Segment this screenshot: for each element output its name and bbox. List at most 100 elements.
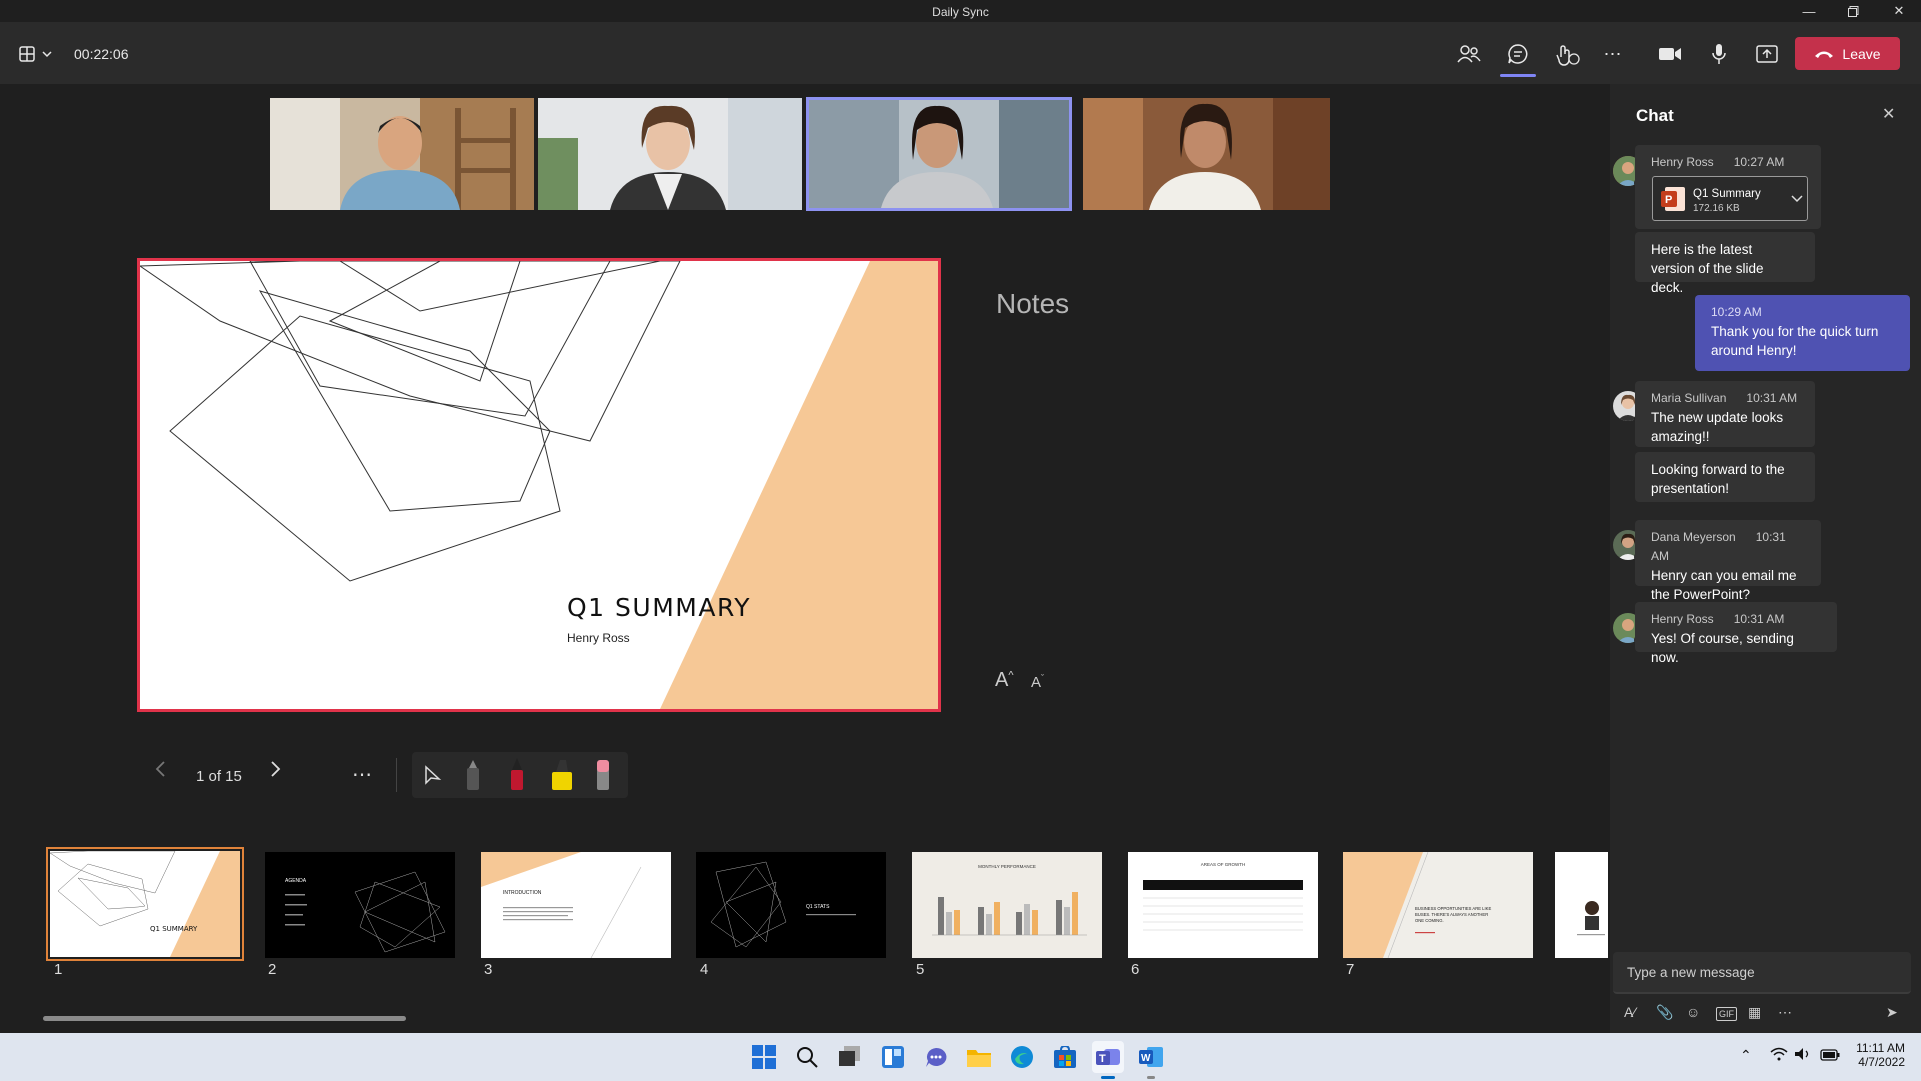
emoji-icon[interactable]: ☺ [1686, 1004, 1700, 1020]
participant-video-4[interactable] [1083, 98, 1330, 210]
wifi-icon[interactable] [1770, 1047, 1788, 1066]
gray-pen-icon[interactable] [464, 758, 482, 792]
participant-video-1[interactable] [270, 98, 534, 210]
chevron-left-icon [155, 761, 165, 777]
increase-font-label: A [995, 669, 1009, 691]
thumbnail-number-2: 2 [268, 961, 277, 978]
search-icon[interactable] [791, 1041, 823, 1073]
more-options-icon[interactable]: ⋯ [1598, 40, 1628, 68]
title-bar: Daily Sync — ✕ [0, 0, 1921, 22]
highlighter-icon[interactable] [550, 758, 574, 792]
current-slide[interactable]: Q1 SUMMARY Henry Ross [137, 258, 941, 712]
store-icon[interactable] [1049, 1041, 1081, 1073]
thumbnail-2-label: AGENDA [285, 878, 307, 884]
pen-tray [412, 752, 628, 798]
leave-button[interactable]: Leave [1795, 37, 1900, 70]
volume-icon[interactable] [1794, 1047, 1812, 1066]
message-time: 10:31 AM [1733, 612, 1785, 626]
participant-video-3-active[interactable] [806, 97, 1072, 211]
thumbnail-number-6: 6 [1131, 961, 1140, 978]
compose-toolbar: A⁄ 📎 ☺ GIF ▦ ⋯ ➤ [1624, 1004, 1914, 1026]
teams-icon[interactable]: T [1092, 1041, 1124, 1073]
thumbnail-number-3: 3 [484, 961, 493, 978]
thumbnail-5-label: MONTHLY PERFORMANCE [978, 864, 1036, 869]
chat-icon[interactable] [1503, 40, 1533, 68]
send-icon[interactable]: ➤ [1886, 1004, 1898, 1021]
teams-running-indicator [1101, 1076, 1115, 1079]
meeting-toolbar: 00:22:06 ⋯ Leave [0, 22, 1921, 84]
slide-author: Henry Ross [567, 631, 630, 645]
share-screen-icon[interactable] [1752, 40, 1782, 68]
svg-text:P: P [1665, 194, 1672, 206]
increase-font-button[interactable]: A^ [995, 669, 1014, 692]
chevron-up-icon[interactable]: ⌃ [1740, 1047, 1752, 1064]
clock-time: 11:11 AM [1856, 1041, 1905, 1055]
message-time: 10:31 AM [1746, 391, 1798, 405]
red-pen-icon[interactable] [508, 758, 526, 792]
chat-message: Looking forward to the presentation! [1635, 452, 1815, 502]
thumbnail-7[interactable]: BUSINESS OPPORTUNITIES ARE LIKE BUSES. TH… [1343, 852, 1533, 958]
leave-label: Leave [1842, 45, 1881, 62]
microphone-icon[interactable] [1704, 40, 1734, 68]
previous-slide-button[interactable] [154, 760, 166, 783]
message-text: The new update looks amazing!! [1651, 410, 1784, 444]
file-explorer-icon[interactable] [963, 1041, 995, 1073]
thumbnail-number-1: 1 [54, 961, 63, 978]
thumbnail-2[interactable]: AGENDA [265, 852, 455, 958]
sticker-icon[interactable]: ▦ [1748, 1004, 1761, 1021]
decrease-font-button[interactable]: Aˇ [1031, 673, 1044, 691]
battery-icon[interactable] [1820, 1048, 1840, 1066]
format-icon[interactable]: A⁄ [1624, 1004, 1636, 1020]
thumbnail-scrollbar[interactable] [43, 1016, 406, 1021]
chevron-down-icon[interactable] [1791, 195, 1803, 203]
layout-icon[interactable] [16, 40, 56, 68]
close-chat-icon[interactable]: ✕ [1882, 104, 1895, 124]
file-attachment[interactable]: P Q1 Summary 172.16 KB [1652, 176, 1808, 221]
task-view-icon[interactable] [834, 1041, 866, 1073]
thumbnail-1[interactable]: Q1 SUMMARY [46, 847, 244, 961]
attach-icon[interactable]: 📎 [1656, 1004, 1673, 1021]
chat-message: Here is the latest version of the slide … [1635, 232, 1815, 295]
chevron-right-icon [271, 761, 281, 777]
thumbnail-4[interactable]: Q1 STATS [696, 852, 886, 958]
more-compose-options-icon[interactable]: ⋯ [1778, 1004, 1792, 1021]
message-input-placeholder: Type a new message [1627, 965, 1755, 980]
next-slide-button[interactable] [270, 760, 282, 783]
toolbar-divider [396, 758, 397, 792]
clock[interactable]: 11:11 AM 4/7/2022 [1845, 1041, 1905, 1069]
chat-message: Henry Ross 10:31 AM Yes! Of course, send… [1635, 602, 1837, 665]
chat-message: Henry Ross 10:27 AM P Q1 Summary 172.16 … [1635, 145, 1821, 229]
presenter-more-icon[interactable]: ⋯ [352, 762, 372, 787]
widgets-icon[interactable] [877, 1041, 909, 1073]
participant-video-2[interactable] [538, 98, 802, 210]
clock-date: 4/7/2022 [1858, 1055, 1905, 1069]
thumbnail-8-partial[interactable] [1555, 852, 1608, 958]
people-icon[interactable] [1454, 40, 1484, 68]
start-icon[interactable] [748, 1041, 780, 1073]
message-input[interactable]: Type a new message [1613, 952, 1911, 994]
eraser-icon[interactable] [594, 758, 612, 792]
reactions-icon[interactable] [1552, 40, 1582, 68]
thumbnail-3[interactable]: INTRODUCTION [481, 852, 671, 958]
camera-icon[interactable] [1655, 40, 1685, 68]
close-window-icon[interactable]: ✕ [1877, 0, 1921, 22]
edge-icon[interactable] [1006, 1041, 1038, 1073]
teams-chat-icon[interactable] [920, 1041, 952, 1073]
minimize-icon[interactable]: — [1787, 0, 1831, 22]
word-icon[interactable]: W [1135, 1041, 1167, 1073]
chat-active-indicator [1500, 74, 1536, 77]
thumbnail-6[interactable]: AREAS OF GROWTH [1128, 852, 1318, 958]
meeting-timer: 00:22:06 [74, 46, 129, 62]
maximize-icon[interactable] [1831, 0, 1875, 22]
thumbnail-5[interactable]: MONTHLY PERFORMANCE [912, 852, 1102, 958]
word-running-indicator [1147, 1076, 1155, 1079]
thumbnail-number-5: 5 [916, 961, 925, 978]
chat-message: Maria Sullivan 10:31 AM The new update l… [1635, 381, 1815, 447]
powerpoint-file-icon: P [1661, 187, 1685, 211]
taskbar: T W ⌃ 11:11 AM 4/7/2022 [0, 1033, 1921, 1081]
own-chat-message: 10:29 AM Thank you for the quick turn ar… [1695, 295, 1910, 371]
message-sender: Maria Sullivan [1651, 391, 1727, 405]
gif-icon[interactable]: GIF [1716, 1007, 1737, 1021]
laser-pointer-icon[interactable] [422, 764, 444, 786]
window-title: Daily Sync [932, 5, 989, 19]
